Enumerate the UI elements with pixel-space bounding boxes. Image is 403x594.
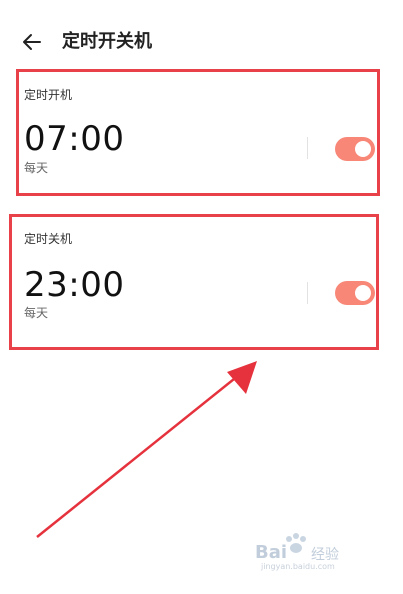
watermark-url: jingyan.baidu.com: [261, 562, 335, 571]
annotation-arrow-head: [227, 361, 257, 394]
watermark: Bai 经验 jingyan.baidu.com: [255, 530, 375, 572]
watermark-brand: Bai: [255, 542, 288, 563]
annotation-arrow: [36, 361, 257, 538]
annotation-arrow-shaft: [36, 370, 245, 538]
watermark-brand-2: 经验: [311, 547, 339, 563]
